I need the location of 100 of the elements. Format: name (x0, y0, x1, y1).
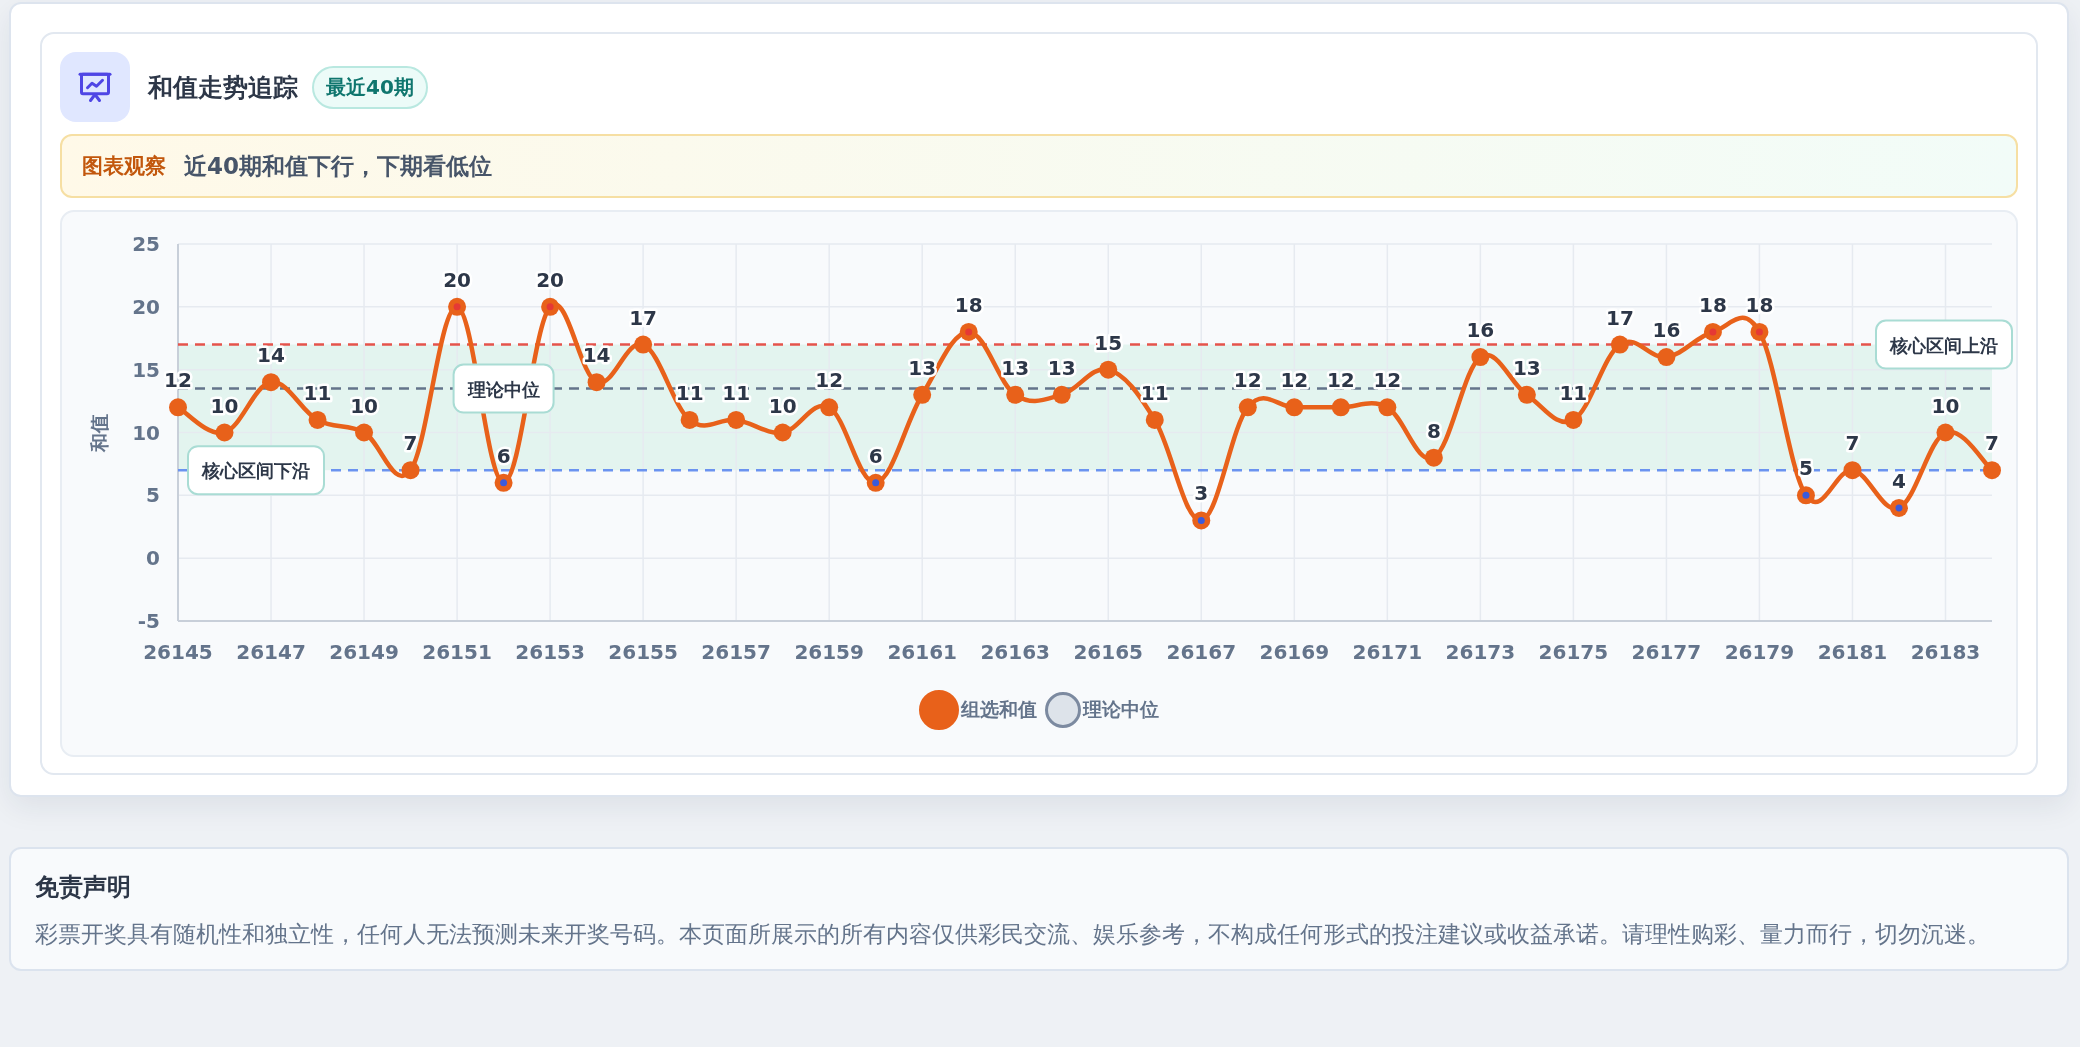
data-point (1006, 385, 1025, 404)
data-label: 12 (1280, 368, 1309, 393)
data-point (1936, 423, 1955, 442)
data-point (587, 373, 606, 392)
data-label: 3 (1194, 481, 1209, 506)
data-label: 13 (908, 355, 937, 380)
x-tick-label: 26149 (329, 640, 399, 664)
data-label: 17 (629, 305, 658, 330)
data-label: 18 (1699, 292, 1727, 317)
data-label: 14 (257, 343, 285, 368)
data-label: 11 (303, 380, 332, 405)
x-tick-label: 26151 (422, 640, 492, 664)
data-point (1145, 410, 1164, 429)
data-point (169, 398, 187, 417)
x-tick-label: 26153 (515, 640, 585, 664)
data-label: 10 (350, 393, 378, 418)
data-label: 6 (496, 443, 511, 468)
data-point (866, 473, 885, 492)
data-label: 5 (1799, 456, 1813, 481)
data-label: 12 (164, 368, 192, 393)
x-tick-label: 26165 (1073, 640, 1144, 664)
data-point (1889, 498, 1908, 517)
data-point (727, 410, 746, 429)
data-label: 13 (1512, 355, 1541, 380)
x-tick-label: 26171 (1352, 640, 1423, 664)
reference-label: 理论中位 (467, 378, 540, 400)
x-tick-label: 26179 (1724, 640, 1795, 664)
chart-title: 和值走势追踪 (148, 71, 298, 104)
data-label: 13 (1001, 355, 1030, 380)
data-point (1471, 348, 1490, 367)
data-point (1192, 511, 1211, 530)
x-tick-label: 26173 (1445, 640, 1516, 664)
data-point (1610, 335, 1629, 354)
data-point (773, 423, 792, 442)
data-label: 16 (1652, 318, 1681, 343)
data-point (1703, 322, 1722, 341)
data-point (913, 385, 932, 404)
x-tick-label: 26183 (1910, 640, 1981, 664)
x-tick-label: 26161 (887, 640, 957, 664)
data-label: 4 (1892, 468, 1906, 493)
y-tick-label: 15 (132, 357, 160, 382)
y-tick-label: 20 (132, 294, 160, 319)
data-point (1657, 348, 1676, 367)
data-point (308, 410, 327, 429)
data-point (494, 473, 513, 492)
data-label: 10 (768, 393, 797, 418)
legend-label[interactable]: 理论中位 (1083, 697, 1159, 723)
x-tick-label: 26177 (1631, 640, 1702, 664)
data-point (541, 297, 560, 316)
x-tick-label: 26163 (980, 640, 1051, 664)
data-label: 18 (1745, 292, 1774, 317)
x-tick-label: 26167 (1166, 640, 1237, 664)
data-point (820, 398, 839, 417)
observation-label: 图表观察 (82, 153, 166, 180)
data-label: 17 (1606, 305, 1634, 330)
data-point (1983, 461, 2001, 480)
disclaimer-text: 彩票开奖具有随机性和独立性，任何人无法预测未来开奖号码。本页面所展示的所有内容仅供彩民交流、娱乐参考，不构成任何形式的投注建议或收益承诺。请理性购彩、量力而行，切勿沉迷。 (35, 920, 1991, 949)
y-axis-title: 和值 (88, 413, 110, 452)
data-label: 11 (675, 380, 704, 405)
observation-text: 近40期和值下行，下期看低位 (184, 151, 492, 181)
y-tick-label: -5 (137, 609, 160, 633)
data-label: 7 (403, 431, 418, 456)
x-tick-label: 26181 (1817, 640, 1888, 664)
x-tick-label: 26169 (1259, 640, 1330, 664)
data-label: 12 (1373, 368, 1402, 393)
data-label: 7 (1845, 431, 1860, 456)
data-label: 18 (954, 292, 983, 317)
x-tick-label: 26155 (608, 640, 678, 664)
y-tick-label: 25 (132, 232, 160, 256)
data-label: 13 (1047, 355, 1076, 380)
data-label: 12 (1233, 368, 1262, 393)
data-point (1424, 448, 1443, 467)
data-label: 7 (1985, 431, 1999, 456)
data-point (1564, 410, 1583, 429)
data-point (1517, 385, 1536, 404)
data-point (401, 461, 420, 480)
data-point (1331, 398, 1350, 417)
x-tick-label: 26159 (794, 640, 864, 664)
data-label: 8 (1426, 418, 1441, 443)
data-point (634, 335, 653, 354)
x-tick-label: 26145 (143, 640, 213, 664)
chart-icon (60, 52, 130, 122)
x-tick-label: 26147 (236, 640, 306, 664)
legend-label[interactable]: 组选和值 (961, 697, 1037, 723)
y-tick-label: 0 (146, 546, 160, 571)
data-label: 12 (815, 368, 844, 393)
data-point (448, 297, 467, 316)
data-point (1796, 486, 1815, 505)
data-point (355, 423, 374, 442)
data-point (1099, 360, 1118, 379)
data-label: 6 (868, 443, 883, 468)
data-label: 14 (582, 343, 611, 368)
data-label: 20 (536, 267, 564, 292)
disclaimer-title: 免责声明 (35, 872, 132, 903)
data-point (1843, 461, 1862, 480)
x-tick-label: 26175 (1538, 640, 1609, 664)
data-label: 20 (443, 267, 471, 292)
x-tick-label: 26157 (701, 640, 771, 664)
data-label: 12 (1326, 368, 1355, 393)
data-label: 10 (210, 393, 239, 418)
